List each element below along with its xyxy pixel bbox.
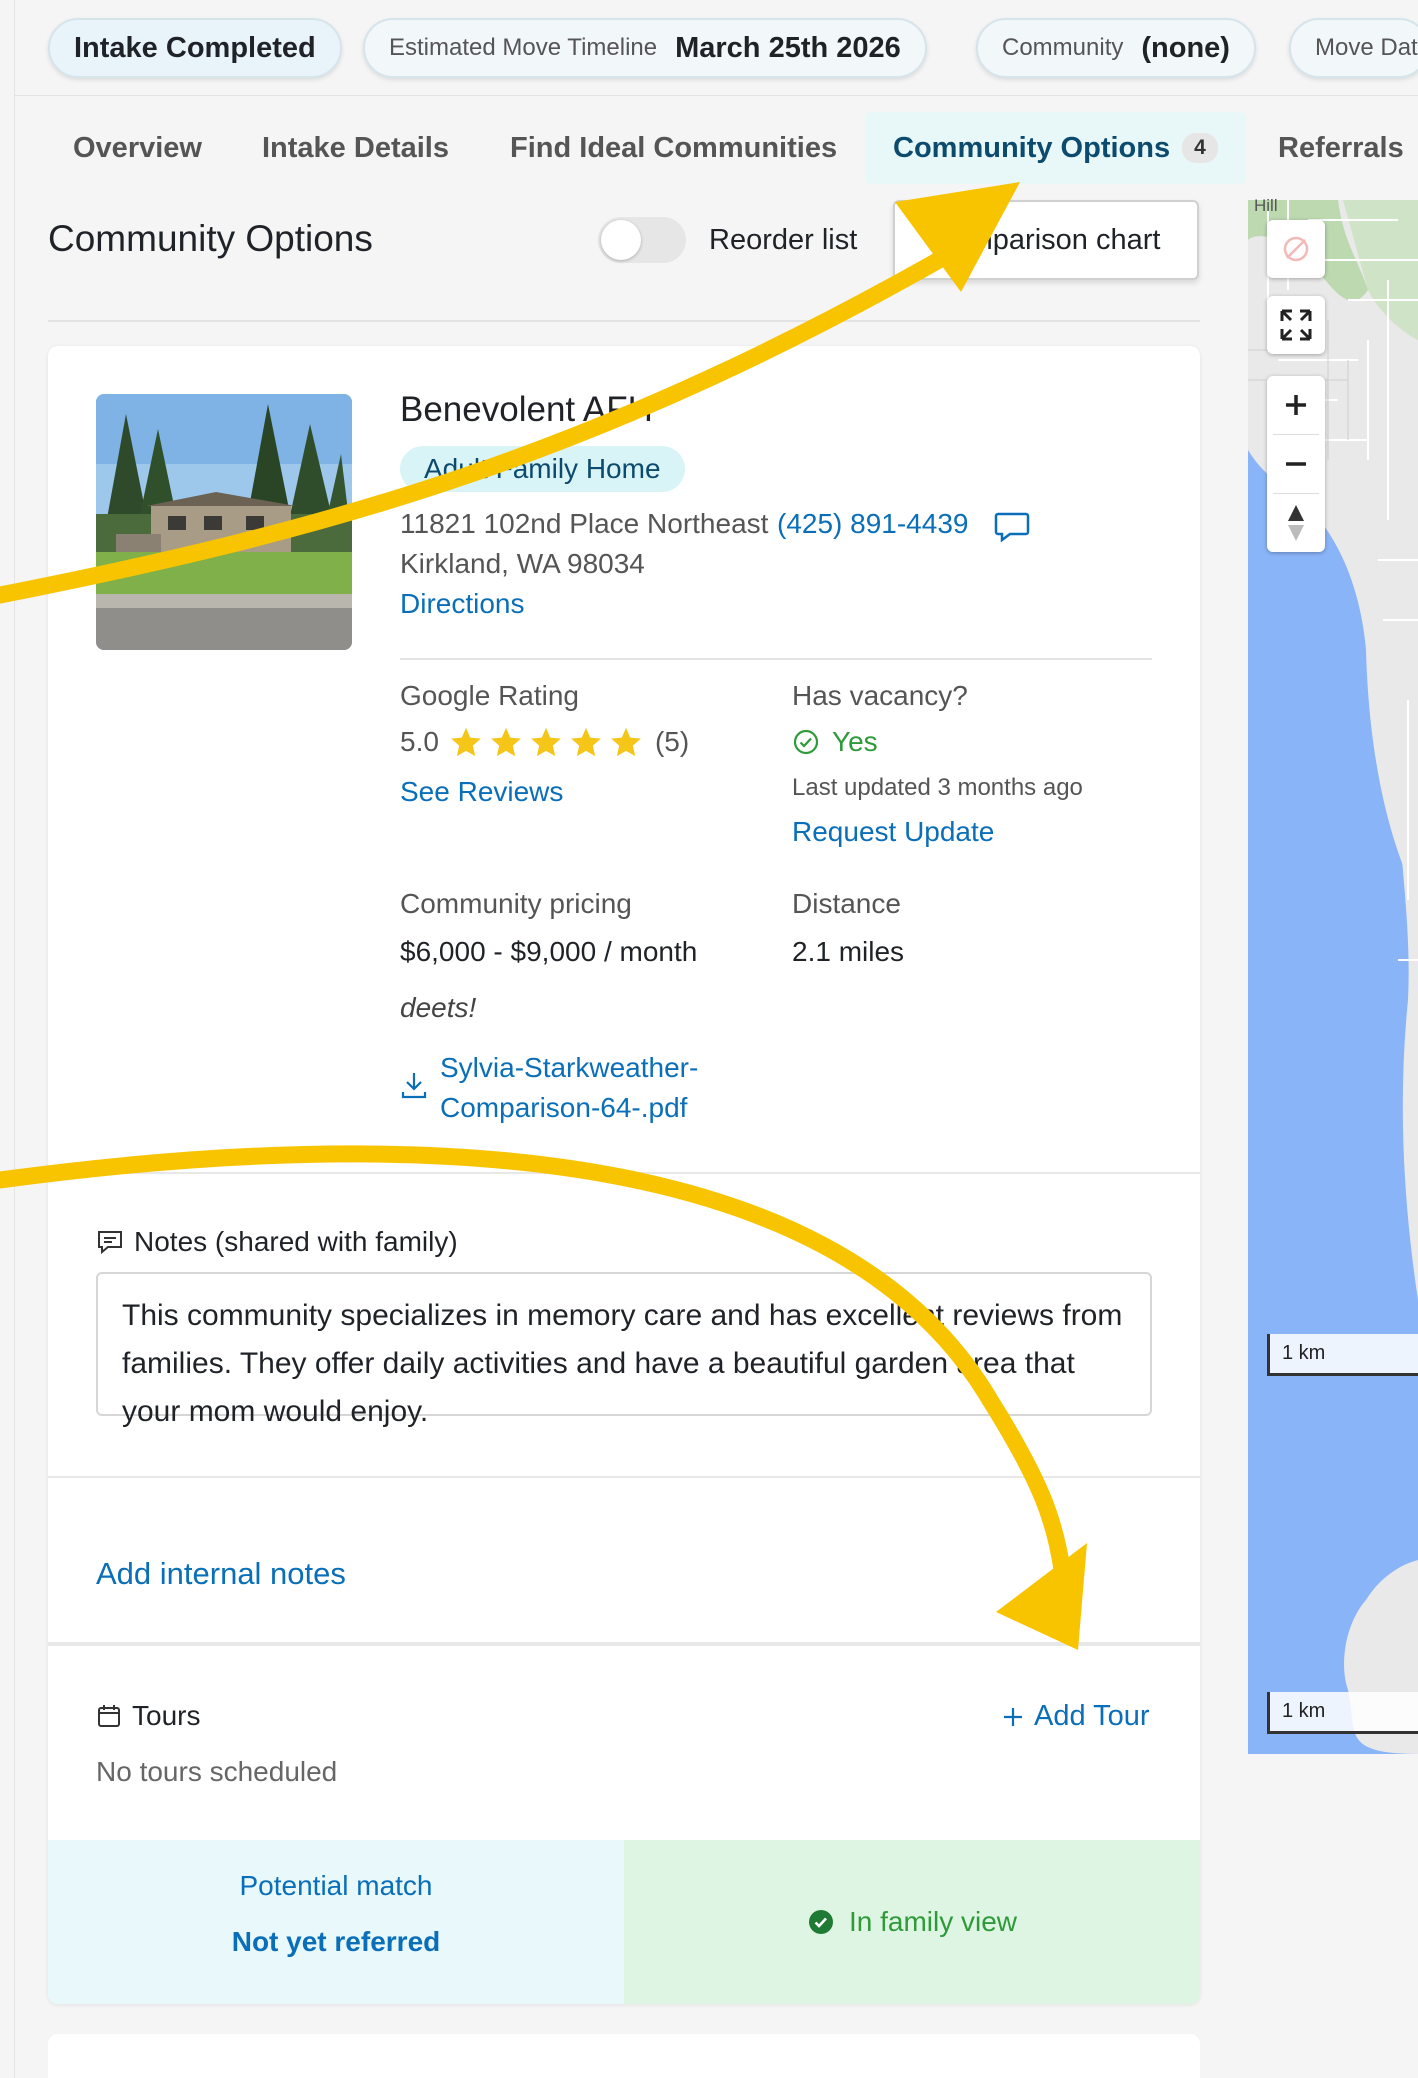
add-tour-label: Add Tour [1034,1700,1150,1732]
no-tours-text: No tours scheduled [96,1756,338,1787]
tab-intake-details[interactable]: Intake Details [262,112,449,184]
rating-count: (5) [654,726,690,757]
address-line-2: Kirkland, WA 98034 [400,548,645,579]
community-note: deets! [400,992,477,1023]
reorder-label: Reorder list [709,224,858,256]
star-icon [531,727,561,757]
tab-count-badge: 4 [1182,133,1218,163]
tab-community-options[interactable]: Community Options 4 [865,112,1246,184]
map-zoom-control[interactable] [1267,376,1325,552]
community-photo [96,394,352,650]
check-circle-filled-icon [808,1910,833,1934]
vacancy-label: Has vacancy? [792,680,968,711]
card-divider [48,1172,1200,1174]
comparison-chart-button[interactable]: Comparison chart [893,200,1199,280]
add-internal-notes-link[interactable]: Add internal notes [96,1556,346,1592]
fullscreen-icon[interactable] [1267,296,1325,354]
tab-referrals[interactable]: Referrals [1278,112,1404,184]
map-visibility-control[interactable] [1267,220,1325,278]
notes-label: Notes (shared with family) [134,1226,458,1257]
move-timeline-label: Estimated Move Timeline [389,34,658,61]
download-icon [401,1073,427,1099]
map-scale: 1 km [1267,1692,1418,1734]
community-pill-label: Community [1002,34,1124,61]
family-view-panel[interactable]: In family view [624,1840,1200,2004]
intake-status-value: Intake Completed [74,31,316,64]
left-border [14,0,15,2078]
match-status: Potential match [239,1870,433,1901]
calendar-icon [98,1705,120,1727]
check-circle-icon [793,729,819,755]
phone-link[interactable]: (425) 891-4439 [777,508,968,540]
tours-label: Tours [132,1700,201,1731]
card-divider [48,1476,1200,1478]
community-pill-value: (none) [1141,31,1230,64]
star-icon [451,727,481,757]
zoom-in-icon[interactable] [1267,376,1325,434]
distance-label: Distance [792,888,901,919]
tab-bar: Overview Intake Details Find Ideal Commu… [48,112,1418,184]
add-tour-button[interactable]: Add Tour [1000,1700,1150,1733]
pricing-label: Community pricing [400,888,632,919]
message-icon[interactable] [994,508,1030,544]
community-type-badge: Adult Family Home [400,446,685,492]
move-date-pill[interactable]: Move Dat [1289,18,1418,78]
section-divider [48,320,1200,322]
shared-notes-field[interactable]: This community specializes in memory car… [96,1272,1152,1428]
page-title: Community Options [48,218,373,259]
map-place-label: Hill [1254,196,1278,215]
tours-header: Tours [96,1700,200,1732]
notes-header: Notes (shared with family) [96,1226,458,1258]
tab-intake-details-label: Intake Details [262,131,449,164]
family-view-label: In family view [848,1906,1018,1937]
move-date-label: Move Dat [1315,34,1418,61]
request-update-link[interactable]: Request Update [792,816,994,848]
map-scale: 1 km [1267,1334,1418,1376]
rating-row: 5.0 (5) [400,724,689,760]
distance-value: 2.1 miles [792,936,905,967]
compass-icon[interactable] [1267,494,1325,552]
toggle-knob [601,220,641,260]
comment-icon [98,1231,122,1255]
eye-off-icon[interactable] [1267,220,1325,278]
move-timeline-value: March 25th 2026 [675,31,901,64]
attachment-link[interactable]: Sylvia-Starkweather-Comparison-64-.pdf [440,1048,730,1128]
star-icon [571,727,601,757]
star-icon [491,727,521,757]
intake-status-pill[interactable]: Intake Completed [48,18,342,78]
next-community-card [48,2034,1200,2078]
header-divider [14,95,1418,96]
tab-referrals-label: Referrals [1278,131,1404,164]
address-line-1: 11821 102nd Place Northeast [400,508,769,539]
see-reviews-link[interactable]: See Reviews [400,776,563,808]
referral-status: Not yet referred [231,1926,441,1957]
google-rating-label: Google Rating [400,680,580,711]
community-card: Benevolent AFH Adult Family Home 11821 1… [48,346,1200,2004]
community-name: Benevolent AFH [400,390,653,429]
card-divider [48,1642,1200,1646]
info-divider [400,658,1152,660]
move-timeline-pill[interactable]: Estimated Move Timeline March 25th 2026 [363,18,927,78]
pricing-value: $6,000 - $9,000 / month [400,936,698,967]
rating-value: 5.0 [400,726,439,757]
vacancy-status: Yes [792,726,878,758]
zoom-out-icon[interactable] [1267,435,1325,493]
tab-find-ideal-communities[interactable]: Find Ideal Communities [510,112,837,184]
tab-community-options-label: Community Options [893,131,1171,164]
directions-link[interactable]: Directions [400,588,524,620]
tab-find-communities-label: Find Ideal Communities [510,131,838,164]
tab-overview-label: Overview [73,131,202,164]
vacancy-value: Yes [832,726,878,757]
status-bar: Intake Completed Estimated Move Timeline… [0,0,1418,96]
star-icon [611,727,641,757]
referral-status-panel[interactable]: Potential match Not yet referred [48,1840,624,2004]
vacancy-updated: Last updated 3 months ago [792,774,1083,801]
reorder-toggle[interactable] [598,217,686,263]
plus-icon [1004,1707,1022,1726]
tab-overview[interactable]: Overview [73,112,202,184]
map-fullscreen-control[interactable] [1267,296,1325,354]
community-pill[interactable]: Community (none) [976,18,1256,78]
